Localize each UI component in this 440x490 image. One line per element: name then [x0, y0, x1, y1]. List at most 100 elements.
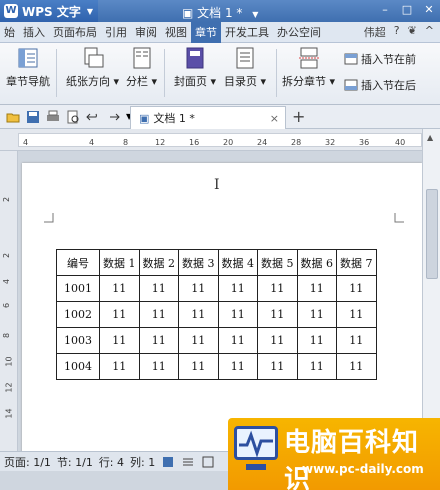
tab-home[interactable]: 始 — [0, 22, 19, 43]
ribbon-tabs: 始 插入 页面布局 引用 审阅 视图 章节 开发工具 办公空间 伟超 ? ❦ ^ — [0, 21, 440, 43]
table-row: 1002 11 11 11 11 11 11 11 — [56, 301, 377, 328]
chevron-down-icon[interactable]: ▼ — [252, 10, 258, 19]
table-cell[interactable]: 11 — [138, 353, 179, 380]
help-icon[interactable]: ? — [394, 24, 400, 40]
table-cell[interactable]: 11 — [99, 301, 140, 328]
maximize-icon[interactable]: □ — [400, 3, 414, 17]
new-tab-button[interactable]: + — [292, 107, 305, 126]
table-cell[interactable]: 11 — [336, 353, 377, 380]
tab-developer[interactable]: 开发工具 — [221, 22, 273, 43]
table-cell[interactable]: 11 — [138, 327, 179, 354]
table-cell[interactable]: 11 — [99, 275, 140, 302]
table-cell[interactable]: 11 — [296, 275, 337, 302]
orientation-button[interactable]: 纸张方向 ▾ — [66, 47, 119, 89]
table-cell[interactable]: 11 — [217, 353, 258, 380]
table-header-cell[interactable]: 数据 1 — [99, 249, 140, 276]
outline-view-icon[interactable] — [181, 456, 195, 468]
table-cell[interactable]: 11 — [257, 353, 298, 380]
user-name[interactable]: 伟超 — [364, 24, 386, 40]
table-cell[interactable]: 11 — [217, 301, 258, 328]
quick-access-bar: ▼ ▣ 文档 1 * × + — [0, 105, 440, 129]
table-cell[interactable]: 11 — [178, 301, 219, 328]
print-preview-icon[interactable] — [66, 110, 80, 124]
table-cell[interactable]: 11 — [178, 275, 219, 302]
vertical-ruler[interactable]: 2 2 4 6 8 10 12 14 — [0, 151, 18, 451]
table-cell[interactable]: 11 — [257, 327, 298, 354]
section-nav-button[interactable]: 章节导航 — [6, 47, 50, 89]
open-folder-icon[interactable] — [6, 110, 20, 124]
table-cell[interactable]: 11 — [336, 301, 377, 328]
tab-review[interactable]: 审阅 — [131, 22, 161, 43]
tabs-right-area: 伟超 ? ❦ ^ — [364, 24, 440, 40]
columns-button[interactable]: 分栏 ▾ — [126, 47, 157, 89]
tab-page-layout[interactable]: 页面布局 — [49, 22, 101, 43]
chevron-down-icon: ▼ — [86, 6, 94, 16]
table-header-cell[interactable]: 数据 5 — [257, 249, 298, 276]
ruler-track: 4 4 8 12 16 20 24 28 32 36 40 — [18, 133, 422, 147]
table-cell[interactable]: 11 — [217, 275, 258, 302]
tab-office-space[interactable]: 办公空间 — [273, 22, 325, 43]
document-tab[interactable]: ▣ 文档 1 * × — [130, 106, 286, 129]
table-cell[interactable]: 1001 — [56, 275, 100, 302]
status-section: 节: 1/1 — [56, 455, 93, 469]
split-section-button[interactable]: 拆分章节 ▾ — [282, 47, 335, 89]
window-controls: – □ ✕ — [378, 3, 436, 17]
table-cell[interactable]: 11 — [296, 301, 337, 328]
table-cell[interactable]: 11 — [296, 353, 337, 380]
document-page[interactable]: I 编号 数据 1 数据 2 数据 3 数据 4 数据 5 数据 6 数据 7 … — [22, 163, 422, 451]
table-row: 1004 11 11 11 11 11 11 11 — [56, 353, 377, 380]
document-workspace[interactable]: I 编号 数据 1 数据 2 数据 3 数据 4 数据 5 数据 6 数据 7 … — [18, 151, 422, 451]
table-cell[interactable]: 11 — [336, 327, 377, 354]
redo-icon[interactable] — [106, 110, 120, 124]
table-cell[interactable]: 11 — [138, 275, 179, 302]
table-header-cell[interactable]: 数据 7 — [336, 249, 377, 276]
table-header-cell[interactable]: 数据 6 — [296, 249, 337, 276]
web-view-icon[interactable] — [201, 456, 215, 468]
table-cell[interactable]: 11 — [178, 327, 219, 354]
close-tab-icon[interactable]: × — [270, 112, 279, 125]
minimize-icon[interactable]: – — [378, 3, 392, 17]
chevron-up-icon[interactable]: ^ — [425, 24, 434, 40]
table-cell[interactable]: 11 — [99, 353, 140, 380]
scroll-up-icon[interactable]: ▲ — [427, 133, 433, 142]
table-header-cell[interactable]: 编号 — [56, 249, 100, 276]
table-cell[interactable]: 1002 — [56, 301, 100, 328]
insert-section-after-button[interactable]: 插入节在后 — [344, 77, 416, 93]
vertical-scrollbar[interactable]: ▲ ▼ — [422, 129, 440, 451]
print-icon[interactable] — [46, 110, 60, 124]
table-cell[interactable]: 11 — [99, 327, 140, 354]
tab-references[interactable]: 引用 — [101, 22, 131, 43]
scrollbar-thumb[interactable] — [426, 189, 438, 279]
title-bar: W WPS 文字 ▼ ▣ 文档 1 * ▼ – □ ✕ — [0, 0, 440, 22]
page-view-icon[interactable] — [161, 456, 175, 468]
table-cell[interactable]: 11 — [257, 275, 298, 302]
insert-section-before-button[interactable]: 插入节在前 — [344, 51, 416, 67]
save-icon[interactable] — [26, 110, 40, 124]
app-menu-button[interactable]: W WPS 文字 ▼ — [0, 0, 98, 22]
margin-corner-mark — [394, 213, 404, 223]
table-cell[interactable]: 1004 — [56, 353, 100, 380]
table-cell[interactable]: 11 — [296, 327, 337, 354]
toc-page-button[interactable]: 目录页 ▾ — [224, 47, 266, 89]
text-cursor-icon: I — [214, 177, 220, 193]
split-section-icon — [298, 47, 319, 69]
table-cell[interactable]: 11 — [138, 301, 179, 328]
tab-sections[interactable]: 章节 — [191, 21, 221, 43]
skin-icon[interactable]: ❦ — [408, 24, 417, 40]
horizontal-ruler[interactable]: 4 4 8 12 16 20 24 28 32 36 40 — [0, 129, 440, 151]
table-header-cell[interactable]: 数据 4 — [217, 249, 258, 276]
table-cell[interactable]: 11 — [257, 301, 298, 328]
tab-insert[interactable]: 插入 — [19, 22, 49, 43]
table-cell[interactable]: 1003 — [56, 327, 100, 354]
tab-view[interactable]: 视图 — [161, 22, 191, 43]
table-cell[interactable]: 11 — [217, 327, 258, 354]
undo-icon[interactable] — [86, 110, 100, 124]
cover-page-button[interactable]: 封面页 ▾ — [174, 47, 216, 89]
table-cell[interactable]: 11 — [178, 353, 219, 380]
table-header-cell[interactable]: 数据 2 — [138, 249, 179, 276]
table-cell[interactable]: 11 — [336, 275, 377, 302]
close-icon[interactable]: ✕ — [422, 3, 436, 17]
table-header-cell[interactable]: 数据 3 — [178, 249, 219, 276]
orientation-icon — [84, 47, 104, 68]
status-page[interactable]: 页面: 1/1 — [4, 454, 51, 470]
